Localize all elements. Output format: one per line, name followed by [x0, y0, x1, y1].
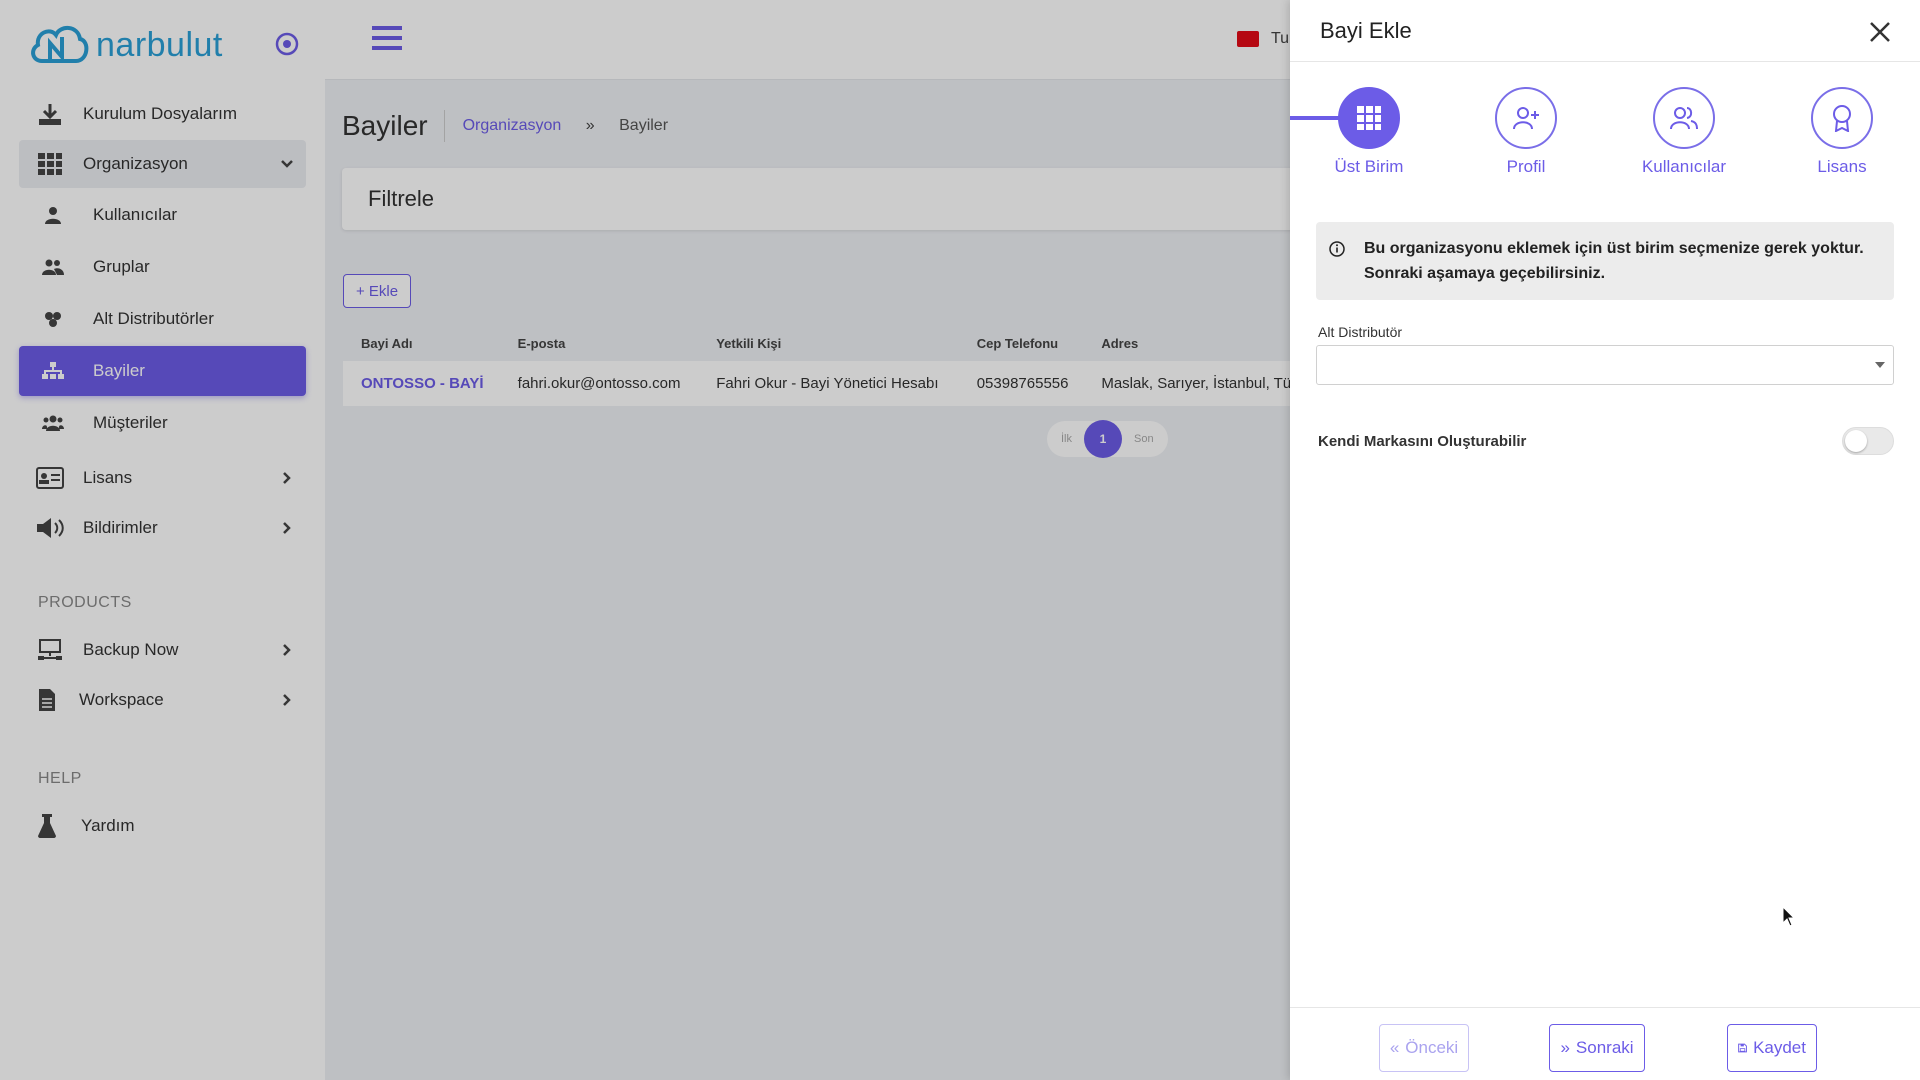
step-label: Kullanıcılar — [1641, 157, 1727, 176]
alt-distributor-label: Alt Distributör — [1318, 324, 1403, 340]
step-label: Üst Birim — [1334, 157, 1404, 176]
step-label: Profil — [1506, 157, 1546, 176]
drawer-header: Bayi Ekle — [1290, 0, 1920, 62]
floppy-disk-icon — [1738, 1043, 1747, 1053]
next-label: Sonraki — [1575, 1038, 1634, 1057]
own-brand-toggle[interactable] — [1842, 427, 1894, 455]
users-outline-icon — [1653, 87, 1715, 149]
alt-distributor-select[interactable] — [1316, 345, 1894, 385]
double-chevron-left-icon: « — [1389, 1038, 1400, 1057]
add-dealer-drawer: Bayi Ekle Üst Birim Profil Kullanıcılar … — [1290, 0, 1920, 1080]
mouse-cursor-icon — [1782, 906, 1796, 927]
step-label: Lisans — [1817, 157, 1867, 176]
own-brand-label: Kendi Markasını Oluşturabilir — [1318, 432, 1527, 450]
drawer-footer: « Önceki » Sonraki Kaydet — [1290, 1007, 1920, 1080]
info-alert: Bu organizasyonu eklemek için üst birim … — [1316, 222, 1894, 300]
step-lisans[interactable]: Lisans — [1767, 87, 1917, 177]
drawer-title: Bayi Ekle — [1320, 17, 1412, 43]
toggle-knob — [1845, 430, 1867, 452]
close-icon[interactable] — [1868, 20, 1892, 44]
info-icon — [1329, 241, 1345, 257]
wizard-steps: Üst Birim Profil Kullanıcılar Lisans — [1290, 62, 1920, 182]
step-profil[interactable]: Profil — [1451, 87, 1601, 177]
user-plus-icon — [1495, 87, 1557, 149]
next-button[interactable]: » Sonraki — [1549, 1024, 1645, 1072]
info-text: Bu organizasyonu eklemek için üst birim … — [1364, 240, 1864, 282]
apps-grid-icon — [1338, 87, 1400, 149]
previous-label: Önceki — [1405, 1038, 1459, 1057]
double-chevron-right-icon: » — [1560, 1038, 1570, 1057]
award-icon — [1811, 87, 1873, 149]
caret-down-icon — [1875, 362, 1885, 368]
own-brand-row: Kendi Markasını Oluşturabilir — [1318, 427, 1894, 455]
step-ust-birim[interactable]: Üst Birim — [1294, 87, 1444, 177]
save-label: Kaydet — [1753, 1038, 1806, 1057]
save-button[interactable]: Kaydet — [1727, 1024, 1817, 1072]
previous-button[interactable]: « Önceki — [1379, 1024, 1469, 1072]
step-kullanicilar[interactable]: Kullanıcılar — [1609, 87, 1759, 177]
